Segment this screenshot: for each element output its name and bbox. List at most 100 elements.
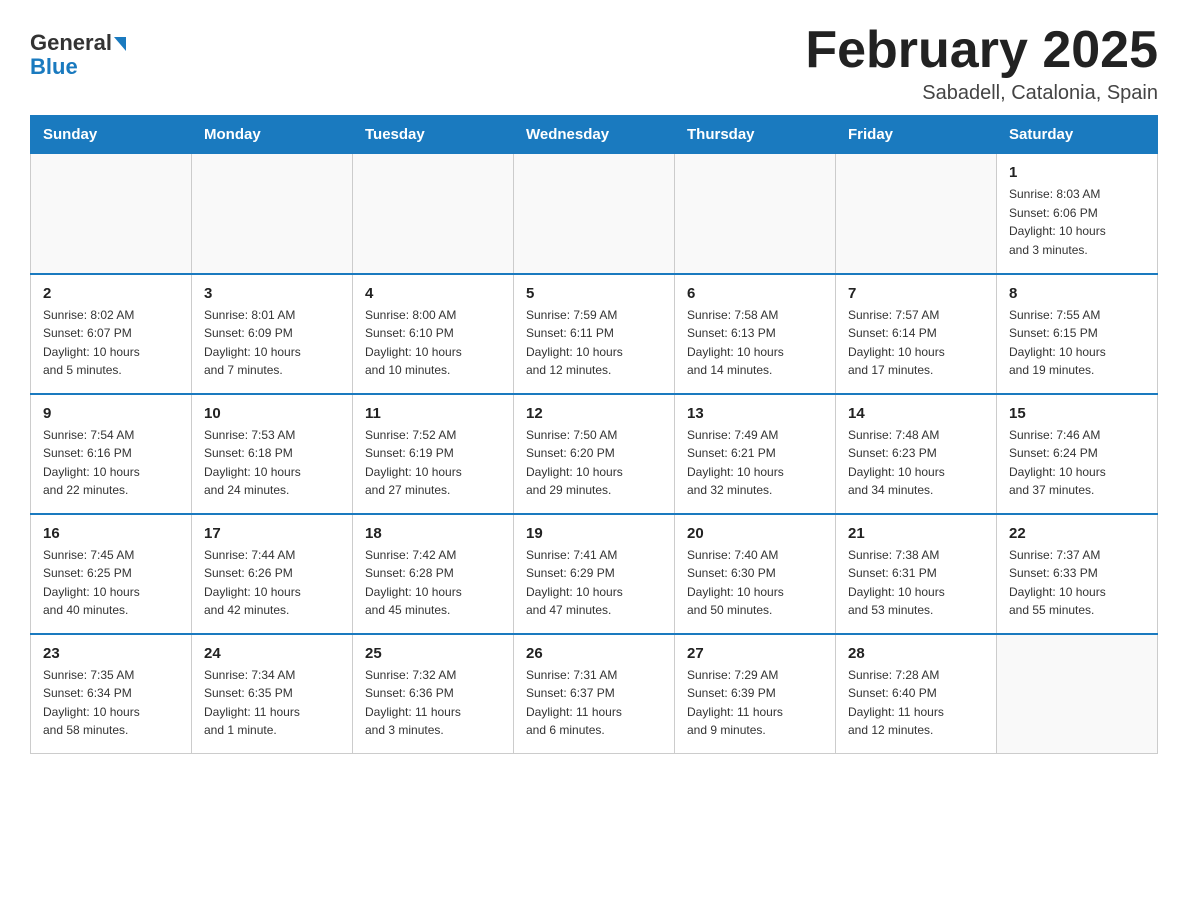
- calendar-cell: 21 Sunrise: 7:38 AM Sunset: 6:31 PM Dayli…: [836, 514, 997, 634]
- day-info: Sunrise: 8:01 AM Sunset: 6:09 PM Dayligh…: [204, 306, 340, 380]
- day-info: Sunrise: 8:00 AM Sunset: 6:10 PM Dayligh…: [365, 306, 501, 380]
- day-number: 24: [204, 645, 340, 662]
- day-number: 27: [687, 645, 823, 662]
- day-info: Sunrise: 7:31 AM Sunset: 6:37 PM Dayligh…: [526, 666, 662, 740]
- calendar-cell: 2 Sunrise: 8:02 AM Sunset: 6:07 PM Daylig…: [31, 274, 192, 394]
- day-number: 23: [43, 645, 179, 662]
- weekday-header-sunday: Sunday: [31, 116, 192, 154]
- day-info: Sunrise: 7:49 AM Sunset: 6:21 PM Dayligh…: [687, 426, 823, 500]
- day-info: Sunrise: 7:59 AM Sunset: 6:11 PM Dayligh…: [526, 306, 662, 380]
- day-info: Sunrise: 7:55 AM Sunset: 6:15 PM Dayligh…: [1009, 306, 1145, 380]
- day-info: Sunrise: 7:28 AM Sunset: 6:40 PM Dayligh…: [848, 666, 984, 740]
- location-subtitle: Sabadell, Catalonia, Spain: [805, 82, 1158, 105]
- calendar-cell: 13 Sunrise: 7:49 AM Sunset: 6:21 PM Dayli…: [675, 394, 836, 514]
- day-info: Sunrise: 7:32 AM Sunset: 6:36 PM Dayligh…: [365, 666, 501, 740]
- day-number: 14: [848, 405, 984, 422]
- calendar-cell: [192, 154, 353, 274]
- calendar-cell: 11 Sunrise: 7:52 AM Sunset: 6:19 PM Dayli…: [353, 394, 514, 514]
- day-info: Sunrise: 7:34 AM Sunset: 6:35 PM Dayligh…: [204, 666, 340, 740]
- calendar-week-row: 9 Sunrise: 7:54 AM Sunset: 6:16 PM Daylig…: [31, 394, 1158, 514]
- weekday-header-row: SundayMondayTuesdayWednesdayThursdayFrid…: [31, 116, 1158, 154]
- day-number: 6: [687, 285, 823, 302]
- calendar-cell: 27 Sunrise: 7:29 AM Sunset: 6:39 PM Dayli…: [675, 634, 836, 754]
- day-info: Sunrise: 7:53 AM Sunset: 6:18 PM Dayligh…: [204, 426, 340, 500]
- calendar-cell: 28 Sunrise: 7:28 AM Sunset: 6:40 PM Dayli…: [836, 634, 997, 754]
- calendar-body: 1Sunrise: 8:03 AM Sunset: 6:06 PM Daylig…: [31, 154, 1158, 754]
- day-info: Sunrise: 7:50 AM Sunset: 6:20 PM Dayligh…: [526, 426, 662, 500]
- calendar-cell: 22 Sunrise: 7:37 AM Sunset: 6:33 PM Dayli…: [997, 514, 1158, 634]
- calendar-week-row: 16 Sunrise: 7:45 AM Sunset: 6:25 PM Dayli…: [31, 514, 1158, 634]
- calendar-cell: [353, 154, 514, 274]
- calendar-cell: 23 Sunrise: 7:35 AM Sunset: 6:34 PM Dayli…: [31, 634, 192, 754]
- day-number: 28: [848, 645, 984, 662]
- day-number: 22: [1009, 525, 1145, 542]
- calendar-cell: [836, 154, 997, 274]
- day-number: 25: [365, 645, 501, 662]
- weekday-header-thursday: Thursday: [675, 116, 836, 154]
- day-number: 2: [43, 285, 179, 302]
- calendar-cell: 14 Sunrise: 7:48 AM Sunset: 6:23 PM Dayli…: [836, 394, 997, 514]
- day-number: 7: [848, 285, 984, 302]
- calendar-cell: 1Sunrise: 8:03 AM Sunset: 6:06 PM Daylig…: [997, 154, 1158, 274]
- calendar-cell: [675, 154, 836, 274]
- day-number: 19: [526, 525, 662, 542]
- calendar-cell: 7 Sunrise: 7:57 AM Sunset: 6:14 PM Daylig…: [836, 274, 997, 394]
- day-info: Sunrise: 7:29 AM Sunset: 6:39 PM Dayligh…: [687, 666, 823, 740]
- day-number: 20: [687, 525, 823, 542]
- calendar-cell: 12 Sunrise: 7:50 AM Sunset: 6:20 PM Dayli…: [514, 394, 675, 514]
- calendar-cell: 6 Sunrise: 7:58 AM Sunset: 6:13 PM Daylig…: [675, 274, 836, 394]
- calendar-cell: [997, 634, 1158, 754]
- day-number: 16: [43, 525, 179, 542]
- logo-arrow-icon: [114, 37, 126, 51]
- logo-blue-text: Blue: [30, 54, 78, 80]
- day-info: Sunrise: 7:42 AM Sunset: 6:28 PM Dayligh…: [365, 546, 501, 620]
- calendar-cell: 26 Sunrise: 7:31 AM Sunset: 6:37 PM Dayli…: [514, 634, 675, 754]
- day-info: Sunrise: 7:58 AM Sunset: 6:13 PM Dayligh…: [687, 306, 823, 380]
- title-section: February 2025 Sabadell, Catalonia, Spain: [805, 20, 1158, 105]
- day-number: 4: [365, 285, 501, 302]
- calendar-week-row: 23 Sunrise: 7:35 AM Sunset: 6:34 PM Dayli…: [31, 634, 1158, 754]
- logo-general-text: General: [30, 30, 126, 56]
- calendar-cell: 24 Sunrise: 7:34 AM Sunset: 6:35 PM Dayli…: [192, 634, 353, 754]
- calendar-cell: 25 Sunrise: 7:32 AM Sunset: 6:36 PM Dayli…: [353, 634, 514, 754]
- calendar-cell: [514, 154, 675, 274]
- day-info: Sunrise: 8:02 AM Sunset: 6:07 PM Dayligh…: [43, 306, 179, 380]
- logo: General Blue: [30, 30, 126, 80]
- day-info: Sunrise: 7:38 AM Sunset: 6:31 PM Dayligh…: [848, 546, 984, 620]
- calendar-cell: 19 Sunrise: 7:41 AM Sunset: 6:29 PM Dayli…: [514, 514, 675, 634]
- day-info: Sunrise: 7:46 AM Sunset: 6:24 PM Dayligh…: [1009, 426, 1145, 500]
- day-info: Sunrise: 7:35 AM Sunset: 6:34 PM Dayligh…: [43, 666, 179, 740]
- day-number: 12: [526, 405, 662, 422]
- day-info: Sunrise: 7:52 AM Sunset: 6:19 PM Dayligh…: [365, 426, 501, 500]
- calendar-cell: 20Sunrise: 7:40 AM Sunset: 6:30 PM Dayli…: [675, 514, 836, 634]
- weekday-header-wednesday: Wednesday: [514, 116, 675, 154]
- calendar-cell: 18 Sunrise: 7:42 AM Sunset: 6:28 PM Dayli…: [353, 514, 514, 634]
- day-info: Sunrise: 7:41 AM Sunset: 6:29 PM Dayligh…: [526, 546, 662, 620]
- calendar-week-row: 1Sunrise: 8:03 AM Sunset: 6:06 PM Daylig…: [31, 154, 1158, 274]
- day-number: 18: [365, 525, 501, 542]
- weekday-header-saturday: Saturday: [997, 116, 1158, 154]
- day-number: 9: [43, 405, 179, 422]
- day-number: 21: [848, 525, 984, 542]
- day-number: 11: [365, 405, 501, 422]
- day-info: Sunrise: 7:54 AM Sunset: 6:16 PM Dayligh…: [43, 426, 179, 500]
- calendar-week-row: 2 Sunrise: 8:02 AM Sunset: 6:07 PM Daylig…: [31, 274, 1158, 394]
- day-number: 13: [687, 405, 823, 422]
- day-info: Sunrise: 7:48 AM Sunset: 6:23 PM Dayligh…: [848, 426, 984, 500]
- day-number: 15: [1009, 405, 1145, 422]
- calendar-cell: 15 Sunrise: 7:46 AM Sunset: 6:24 PM Dayli…: [997, 394, 1158, 514]
- day-info: Sunrise: 7:57 AM Sunset: 6:14 PM Dayligh…: [848, 306, 984, 380]
- calendar-cell: 4 Sunrise: 8:00 AM Sunset: 6:10 PM Daylig…: [353, 274, 514, 394]
- day-number: 10: [204, 405, 340, 422]
- day-info: Sunrise: 7:45 AM Sunset: 6:25 PM Dayligh…: [43, 546, 179, 620]
- day-number: 8: [1009, 285, 1145, 302]
- day-info: Sunrise: 7:37 AM Sunset: 6:33 PM Dayligh…: [1009, 546, 1145, 620]
- calendar-cell: 10 Sunrise: 7:53 AM Sunset: 6:18 PM Dayli…: [192, 394, 353, 514]
- weekday-header-friday: Friday: [836, 116, 997, 154]
- weekday-header-tuesday: Tuesday: [353, 116, 514, 154]
- page-header: General Blue February 2025 Sabadell, Cat…: [30, 20, 1158, 105]
- calendar-cell: [31, 154, 192, 274]
- calendar-table: SundayMondayTuesdayWednesdayThursdayFrid…: [30, 115, 1158, 754]
- day-number: 26: [526, 645, 662, 662]
- calendar-header: SundayMondayTuesdayWednesdayThursdayFrid…: [31, 116, 1158, 154]
